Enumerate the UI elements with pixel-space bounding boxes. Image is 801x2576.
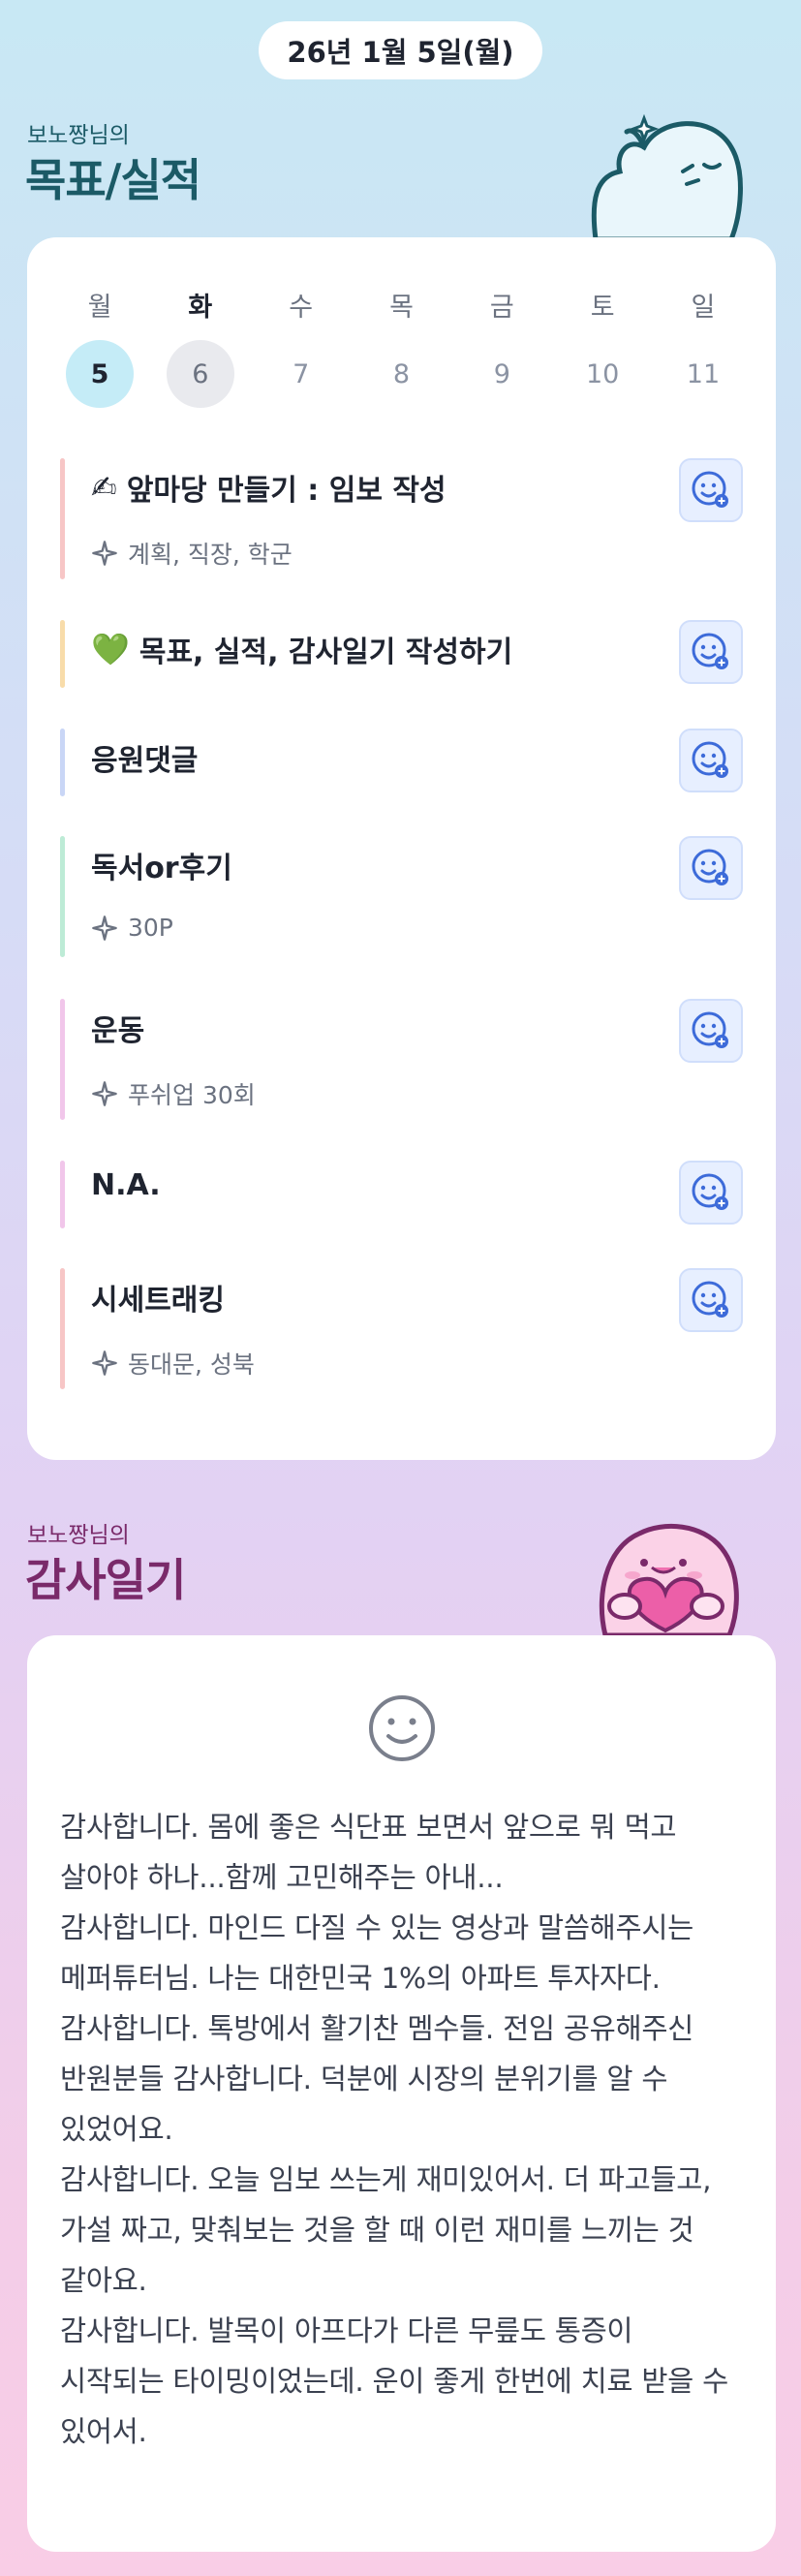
- day-number-today[interactable]: 5: [66, 340, 134, 408]
- day-mon[interactable]: 월 5: [66, 286, 134, 408]
- day-name: 토: [590, 293, 615, 323]
- task-title-text: 목표, 실적, 감사일기 작성하기: [139, 636, 513, 669]
- day-name: 금: [489, 293, 514, 323]
- task-item[interactable]: 💚 목표, 실적, 감사일기 작성하기: [60, 620, 743, 688]
- task-detail: 30P: [91, 914, 173, 942]
- task-detail-text: 30P: [128, 914, 173, 942]
- task-item[interactable]: 독서or후기 30P: [60, 836, 743, 957]
- heart-mascot-icon: [599, 1523, 739, 1635]
- task-item[interactable]: 응원댓글: [60, 729, 743, 796]
- sparkle-icon: [92, 1350, 117, 1376]
- cheer-emoji-button[interactable]: [679, 729, 743, 792]
- task-title-text: 앞마당 만들기 : 임보 작성: [126, 474, 447, 508]
- smile-icon: [369, 1695, 435, 1761]
- diary-text: 감사합니다. 몸에 좋은 식단표 보면서 앞으로 뭐 먹고 살아야 하나...함…: [60, 1811, 728, 2448]
- emoji-add-icon: [692, 471, 728, 508]
- goals-subtitle: 보노짱님의: [27, 123, 130, 148]
- task-title-text: 독서or후기: [91, 852, 232, 885]
- day-name: 화: [188, 293, 213, 323]
- task-title: ✍ 앞마당 만들기 : 임보 작성: [91, 466, 447, 509]
- day-sun[interactable]: 일 11: [669, 286, 737, 408]
- task-detail: 계획, 직장, 학군: [91, 536, 293, 571]
- task-title: 독서or후기: [91, 844, 232, 886]
- task-detail: 푸쉬업 30회: [91, 1076, 256, 1111]
- task-title-text: 운동: [91, 1014, 145, 1048]
- day-fri[interactable]: 금 9: [468, 286, 536, 408]
- cheer-emoji-button[interactable]: [679, 836, 743, 900]
- task-title: 응원댓글: [91, 736, 198, 779]
- day-tue[interactable]: 화 6: [166, 286, 234, 408]
- task-title-text: 응원댓글: [91, 744, 199, 778]
- gratitude-subtitle: 보노짱님의: [27, 1523, 130, 1548]
- day-sat[interactable]: 토 10: [569, 286, 636, 408]
- goals-title: 목표/실적: [25, 154, 201, 206]
- goals-card: 월 5 화 6 수 7 목 8 금 9 토 10 일 11 ✍ 앞마당 만들기 …: [27, 237, 776, 1460]
- day-name: 월: [87, 293, 112, 323]
- waving-mascot-icon: [591, 113, 743, 239]
- task-color-bar: [60, 836, 65, 957]
- gratitude-title: 감사일기: [25, 1554, 186, 1606]
- sparkle-icon: [92, 915, 117, 941]
- task-color-bar: [60, 999, 65, 1120]
- day-thu[interactable]: 목 8: [367, 286, 435, 408]
- task-detail: 동대문, 성북: [91, 1346, 255, 1381]
- emoji-add-icon: [692, 1011, 728, 1048]
- day-number-selected[interactable]: 6: [166, 340, 234, 408]
- day-number[interactable]: 9: [468, 340, 536, 408]
- diary-card: 감사합니다. 몸에 좋은 식단표 보면서 앞으로 뭐 먹고 살아야 하나...함…: [27, 1635, 776, 2552]
- task-detail-text: 푸쉬업 30회: [128, 1081, 256, 1109]
- day-name: 일: [691, 293, 716, 323]
- task-color-bar: [60, 620, 65, 688]
- task-item[interactable]: 운동 푸쉬업 30회: [60, 999, 743, 1120]
- task-detail-text: 계획, 직장, 학군: [128, 541, 293, 569]
- day-wed[interactable]: 수 7: [267, 286, 335, 408]
- task-item[interactable]: 시세트래킹 동대문, 성북: [60, 1268, 743, 1389]
- task-item[interactable]: N.A.: [60, 1161, 743, 1228]
- cheer-emoji-button[interactable]: [679, 999, 743, 1063]
- task-title: N.A.: [91, 1168, 161, 1202]
- task-color-bar: [60, 458, 65, 579]
- date-pill[interactable]: 26년 1월 5일(월): [259, 21, 542, 79]
- task-title: 💚 목표, 실적, 감사일기 작성하기: [91, 628, 512, 670]
- cheer-emoji-button[interactable]: [679, 620, 743, 684]
- day-name: 목: [389, 293, 414, 323]
- task-title: 시세트래킹: [91, 1276, 225, 1319]
- cheer-emoji-button[interactable]: [679, 458, 743, 522]
- emoji-add-icon: [692, 741, 728, 778]
- emoji-add-icon: [692, 1281, 728, 1318]
- emoji-add-icon: [692, 849, 728, 885]
- cheer-emoji-button[interactable]: [679, 1161, 743, 1225]
- task-detail-text: 동대문, 성북: [128, 1350, 255, 1379]
- day-number[interactable]: 8: [367, 340, 435, 408]
- sparkle-icon: [92, 1081, 117, 1106]
- day-number[interactable]: 7: [267, 340, 335, 408]
- emoji-add-icon: [692, 633, 728, 669]
- task-color-bar: [60, 1161, 65, 1228]
- sparkle-icon: [92, 541, 117, 566]
- task-title-text: 시세트래킹: [91, 1284, 225, 1318]
- task-title: 운동: [91, 1007, 144, 1049]
- day-number[interactable]: 11: [669, 340, 737, 408]
- task-title-text: N.A.: [91, 1168, 161, 1202]
- task-color-bar: [60, 1268, 65, 1389]
- task-item[interactable]: ✍ 앞마당 만들기 : 임보 작성 계획, 직장, 학군: [60, 458, 743, 579]
- cheer-emoji-button[interactable]: [679, 1268, 743, 1332]
- task-color-bar: [60, 729, 65, 796]
- writing-hand-icon: ✍: [91, 469, 117, 506]
- week-strip: 월 5 화 6 수 7 목 8 금 9 토 10 일 11: [66, 286, 737, 408]
- day-name: 수: [289, 293, 314, 323]
- emoji-add-icon: [692, 1173, 728, 1210]
- green-heart-icon: 💚: [91, 631, 130, 667]
- day-number[interactable]: 10: [569, 340, 636, 408]
